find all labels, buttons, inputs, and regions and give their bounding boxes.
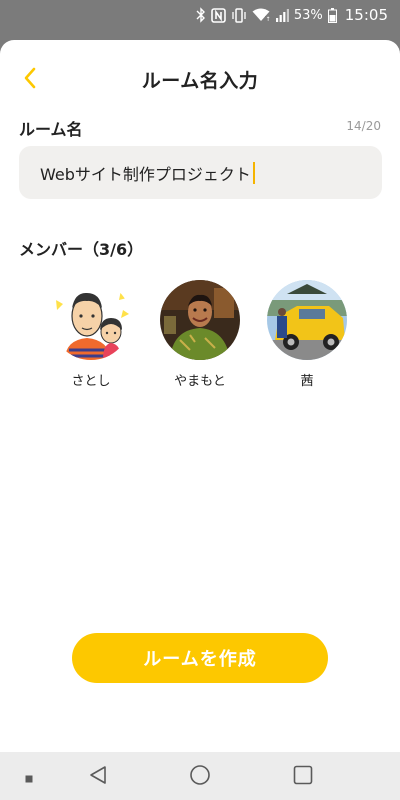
member-name: 茜 <box>300 374 314 389</box>
member-item[interactable]: やまもと <box>155 280 245 389</box>
member-name: やまもと <box>174 374 226 389</box>
members-heading: メンバー（3/6） <box>19 240 144 259</box>
char-counter: 14/20 <box>346 119 381 133</box>
avatar <box>51 280 131 360</box>
avatar <box>160 280 240 360</box>
chevron-left-icon <box>23 67 37 93</box>
room-name-value: Webサイト制作プロジェクト <box>40 164 251 184</box>
nfc-icon <box>211 7 226 23</box>
vibrate-icon <box>231 7 247 23</box>
create-room-button[interactable]: ルームを作成 <box>72 633 328 683</box>
member-name: さとし <box>71 374 111 389</box>
status-time: 15:05 <box>344 6 388 24</box>
wifi-icon: ↑ <box>252 8 270 22</box>
signal-icon <box>275 8 289 22</box>
member-item[interactable]: 茜 <box>262 280 352 389</box>
battery-icon <box>327 7 337 23</box>
member-item[interactable]: さとし <box>46 280 136 389</box>
room-name-input[interactable]: Webサイト制作プロジェクト <box>19 146 382 199</box>
page-title: ルーム名入力 <box>141 70 259 92</box>
status-icons: ↑ 53% 15:05 <box>196 5 388 25</box>
battery-percent: 53% <box>293 7 323 23</box>
recent-dot-button[interactable] <box>16 764 42 790</box>
nav-overview-button[interactable] <box>290 764 316 790</box>
avatar <box>267 280 347 360</box>
overview-square-icon <box>293 765 313 789</box>
text-caret <box>252 161 255 184</box>
screen: ↑ 53% 15:05 ルーム名入力 ルーム名 14/20 Webサイト制作プロ… <box>0 0 400 800</box>
room-name-label: ルーム名 <box>19 120 83 139</box>
nav-bar <box>0 752 400 800</box>
room-sheet: ルーム名入力 ルーム名 14/20 Webサイト制作プロジェクト メンバー（3/… <box>0 40 400 752</box>
home-circle-icon <box>189 764 211 790</box>
back-button[interactable] <box>14 64 46 96</box>
svg-text:↑: ↑ <box>265 16 270 22</box>
recent-dot-icon <box>25 768 33 787</box>
status-bar: ↑ 53% 15:05 <box>0 0 400 30</box>
bluetooth-icon <box>196 7 206 23</box>
header: ルーム名入力 <box>0 62 400 98</box>
back-triangle-icon <box>88 765 108 789</box>
nav-home-button[interactable] <box>187 764 213 790</box>
nav-back-button[interactable] <box>85 764 111 790</box>
